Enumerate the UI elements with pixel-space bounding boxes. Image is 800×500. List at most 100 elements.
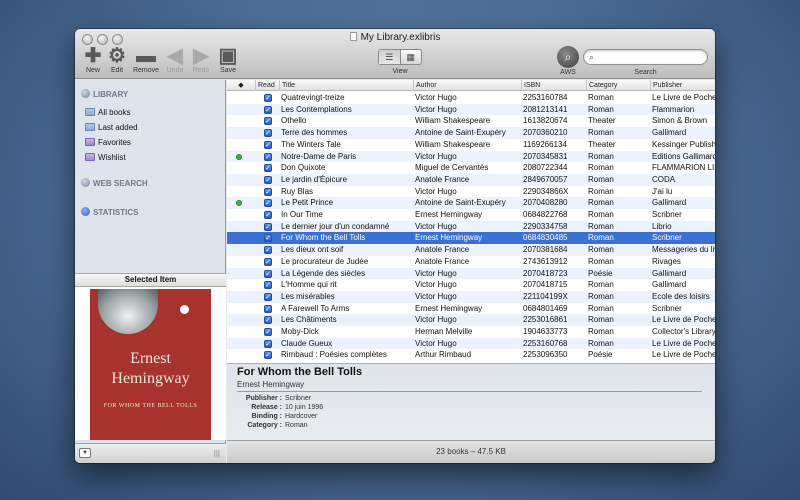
table-row[interactable]: ✓ Le dernier jour d'un condamné Victor Hug… xyxy=(227,220,715,233)
column-title[interactable]: Title xyxy=(279,80,413,91)
column-publisher[interactable]: Publisher xyxy=(650,80,715,91)
search-label: Search xyxy=(634,69,657,76)
cell-author: Ernest Hemingway xyxy=(415,303,483,313)
cell-title: La Légende des siècles xyxy=(281,268,366,278)
read-checkbox[interactable]: ✓ xyxy=(264,164,272,173)
table-row[interactable]: ✓ Le Petit Prince Antoine de Saint-Exupéry… xyxy=(227,197,715,209)
read-checkbox[interactable]: ✓ xyxy=(264,269,272,278)
list-view-icon[interactable]: ☰ xyxy=(379,50,401,64)
table-row[interactable]: ✓ Terre des hommes Antoine de Saint-Exupér… xyxy=(227,127,715,139)
cell-category: Poésie xyxy=(588,350,613,360)
read-checkbox[interactable]: ✓ xyxy=(264,175,272,184)
cell-isbn: 2070360210 xyxy=(523,128,568,138)
cell-isbn: 2253096350 xyxy=(523,350,568,360)
table-row[interactable]: ✓ Les Contemplations Victor Hugo 2081213141… xyxy=(227,103,715,116)
table-row[interactable]: ✓ Don Quixote Miguel de Cervantès 208072234… xyxy=(227,162,715,174)
table-row[interactable]: ✓ Quatrevingt-treize Victor Hugo 2253160784… xyxy=(227,92,715,104)
table-row[interactable]: ✓ Les dieux ont soif Anatole France 2070381… xyxy=(227,244,715,256)
read-checkbox[interactable]: ✓ xyxy=(264,316,272,325)
column-read[interactable]: Read xyxy=(255,80,279,91)
read-checkbox[interactable]: ✓ xyxy=(264,94,272,102)
resize-grip-icon[interactable]: ||| xyxy=(214,449,220,458)
sidebar: LIBRARY All books Last added Favorites W… xyxy=(75,80,226,463)
detail-author: Ernest Hemingway xyxy=(237,380,305,389)
column-isbn[interactable]: ISBN xyxy=(521,80,586,91)
globe-icon xyxy=(81,178,90,187)
status-dot-icon xyxy=(236,200,242,207)
table-row[interactable]: ✓ In Our Time Ernest Hemingway 0684822768 Ro… xyxy=(227,209,715,221)
save-button[interactable]: ▣ Save xyxy=(211,45,245,77)
cell-isbn: 2081213141 xyxy=(523,104,568,114)
cover-author-first: Ernest xyxy=(130,350,171,367)
cell-title: Le dernier jour d'un condamné xyxy=(281,221,390,231)
action-menu-button[interactable]: ▼ xyxy=(79,448,91,458)
grid-view-icon[interactable]: ▦ xyxy=(401,50,422,64)
cell-author: Victor Hugo xyxy=(415,104,457,114)
cell-title: Les misérables xyxy=(281,291,335,301)
toolbar: My Library.exlibris ✚ New ⚙ Edit ▬ Remov… xyxy=(75,29,715,79)
table-row[interactable]: ✓ The Winters Tale William Shakespeare 1169… xyxy=(227,139,715,151)
table-row[interactable]: ✓ Ruy Blas Victor Hugo 229034866X Roman J'ai … xyxy=(227,186,715,198)
statistics-section[interactable]: STATISTICS xyxy=(81,207,138,217)
cell-title: Moby-Dick xyxy=(281,327,319,336)
table-row[interactable]: ✓ Claude Gueux Victor Hugo 2253160768 Roman L… xyxy=(227,337,715,350)
table-row[interactable]: ✓ L'Homme qui rit Victor Hugo 2070418715 Rom… xyxy=(227,279,715,291)
table-row[interactable]: ✓ La Légende des siècles Victor Hugo 207041… xyxy=(227,267,715,280)
read-checkbox[interactable]: ✓ xyxy=(264,281,272,290)
table-row[interactable]: ✓ Le jardin d'Épicure Anatole France 284967… xyxy=(227,173,715,186)
read-checkbox[interactable]: ✓ xyxy=(264,211,272,219)
column-category[interactable]: Category xyxy=(586,80,650,91)
cell-category: Roman xyxy=(588,210,614,219)
cell-category: Roman xyxy=(588,104,614,114)
column-flag[interactable]: ◆ xyxy=(227,80,255,91)
cell-title: Rimbaud : Poésies complètes xyxy=(281,350,387,360)
read-checkbox[interactable]: ✓ xyxy=(264,339,272,348)
search-input[interactable]: ⌕ xyxy=(583,49,708,65)
detail-category-value: Roman xyxy=(285,422,308,429)
document-icon xyxy=(349,32,357,41)
read-checkbox[interactable]: ✓ xyxy=(264,257,272,266)
cell-isbn: 0684822768 xyxy=(523,210,568,219)
sidebar-item-wishlist[interactable]: Wishlist xyxy=(85,153,126,162)
read-checkbox[interactable]: ✓ xyxy=(264,292,272,301)
read-checkbox[interactable]: ✓ xyxy=(264,328,272,336)
read-checkbox[interactable]: ✓ xyxy=(264,234,272,243)
cell-title: Othello xyxy=(281,116,307,126)
sidebar-item-favorites[interactable]: Favorites xyxy=(85,138,131,147)
table-row[interactable]: ✓ Le procurateur de Judée Anatole France 27… xyxy=(227,256,715,268)
table-header: ◆ Read Title Author ISBN Category Publis… xyxy=(227,80,715,91)
read-checkbox[interactable]: ✓ xyxy=(264,187,272,196)
table-row[interactable]: ✓ A Farewell To Arms Ernest Hemingway 06848… xyxy=(227,303,715,315)
read-checkbox[interactable]: ✓ xyxy=(264,304,272,313)
read-checkbox[interactable]: ✓ xyxy=(264,246,272,255)
read-checkbox[interactable]: ✓ xyxy=(264,152,272,161)
table-row[interactable]: ✓ Moby-Dick Herman Melville 1904633773 Roman… xyxy=(227,326,715,338)
app-window: My Library.exlibris ✚ New ⚙ Edit ▬ Remov… xyxy=(75,29,715,463)
cell-publisher: CODA xyxy=(652,174,676,184)
web-search-section[interactable]: WEB SEARCH xyxy=(81,178,148,188)
cell-title: Le procurateur de Judée xyxy=(281,256,369,266)
table-row[interactable]: ✓ Rimbaud : Poésies complètes Arthur Rimba… xyxy=(227,349,715,361)
read-checkbox[interactable]: ✓ xyxy=(264,351,272,360)
sidebar-item-last-added[interactable]: Last added xyxy=(85,123,138,132)
column-author[interactable]: Author xyxy=(413,80,521,91)
read-checkbox[interactable]: ✓ xyxy=(264,199,272,208)
table-row[interactable]: ✓ Notre-Dame de Paris Victor Hugo 207034583… xyxy=(227,150,715,163)
sidebar-item-all-books[interactable]: All books xyxy=(85,108,130,117)
table-row[interactable]: ✓ For Whom the Bell Tolls Ernest Hemingway… xyxy=(227,232,715,245)
read-checkbox[interactable]: ✓ xyxy=(264,117,272,126)
table-row[interactable]: ✓ Othello William Shakespeare 1613820674 The… xyxy=(227,115,715,127)
read-checkbox[interactable]: ✓ xyxy=(264,105,272,114)
cell-title: For Whom the Bell Tolls xyxy=(281,233,366,243)
cell-isbn: 2070418715 xyxy=(523,280,568,290)
read-checkbox[interactable]: ✓ xyxy=(264,222,272,231)
read-checkbox[interactable]: ✓ xyxy=(264,140,272,149)
cell-title: A Farewell To Arms xyxy=(281,303,350,313)
table-row[interactable]: ✓ Les misérables Victor Hugo 221104199X Roma… xyxy=(227,290,715,303)
cell-publisher: FLAMMARION LIBRAIRIE xyxy=(652,163,715,173)
view-segmented-control[interactable]: ☰ ▦ xyxy=(378,49,422,65)
aws-button[interactable]: ⌕ xyxy=(557,46,579,68)
detail-title: For Whom the Bell Tolls xyxy=(237,366,363,378)
read-checkbox[interactable]: ✓ xyxy=(264,129,272,138)
table-row[interactable]: ✓ Les Châtiments Victor Hugo 2253016861 Roma… xyxy=(227,314,715,326)
